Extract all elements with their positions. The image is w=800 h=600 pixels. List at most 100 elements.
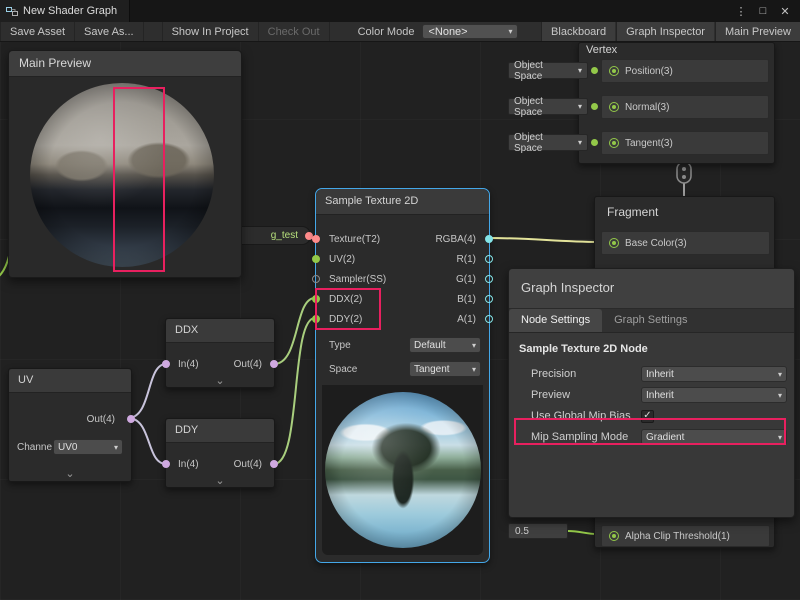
rgba-output-row[interactable]: RGBA(4) <box>417 230 489 248</box>
type-label: Type <box>329 336 351 354</box>
graph-inspector-header[interactable]: Graph Inspector <box>509 269 794 309</box>
port-state-icon <box>609 531 619 541</box>
tab-node-settings[interactable]: Node Settings <box>509 309 602 332</box>
maximize-icon[interactable]: □ <box>754 5 772 17</box>
position-port[interactable] <box>591 67 598 74</box>
base-color-row[interactable]: Base Color(3) <box>601 231 770 255</box>
uv-out-port[interactable] <box>127 415 135 423</box>
ddy-node-title[interactable]: DDY <box>166 419 274 443</box>
ddy-port[interactable] <box>312 315 320 323</box>
save-as-button[interactable]: Save As... <box>75 22 144 41</box>
r-output-row[interactable]: R(1) <box>417 250 489 268</box>
ddx-port[interactable] <box>312 295 320 303</box>
uv-out-row[interactable]: Out(4) <box>9 407 131 431</box>
sample-node-title[interactable]: Sample Texture 2D <box>316 189 489 215</box>
sampler-port[interactable] <box>312 275 320 283</box>
normal-space-dropdown[interactable]: Object Space ▾ <box>508 98 588 115</box>
precision-dropdown[interactable]: Inherit ▾ <box>641 366 787 382</box>
preview-label: Preview <box>531 389 570 401</box>
uv-input-row[interactable]: UV(2) <box>316 250 416 268</box>
dropdown-arrow-icon: ▾ <box>778 391 782 400</box>
g-output-row[interactable]: G(1) <box>417 270 489 288</box>
b-output-row[interactable]: B(1) <box>417 290 489 308</box>
normal-port[interactable] <box>591 103 598 110</box>
gtest-property-node[interactable]: g_test <box>231 226 311 245</box>
graph-inspector-panel: Graph Inspector Node Settings Graph Sett… <box>508 268 795 518</box>
stub-value: 0.5 <box>515 526 529 537</box>
uv-node-title[interactable]: UV <box>9 369 131 393</box>
precision-label: Precision <box>531 368 576 380</box>
alpha-clip-row[interactable]: Alpha Clip Threshold(1) <box>601 525 770 547</box>
alpha-clip-default-stub[interactable]: 0.5 <box>508 523 568 539</box>
save-asset-button[interactable]: Save Asset <box>0 22 75 41</box>
uv-port[interactable] <box>312 255 320 263</box>
ddy-node[interactable]: DDY In(4) Out(4) ⌄ <box>165 418 275 488</box>
vertex-tangent-row[interactable]: Tangent(3) <box>601 131 769 155</box>
collapse-chevron-icon[interactable]: ⌄ <box>65 469 74 479</box>
vertex-position-row[interactable]: Position(3) <box>601 59 769 83</box>
toolbar-right-group: Blackboard Graph Inspector Main Preview <box>540 22 800 41</box>
port-state-icon <box>609 102 619 112</box>
preview-dropdown[interactable]: Inherit ▾ <box>641 387 787 403</box>
check-icon: ✓ <box>643 411 651 421</box>
sampler-input-row[interactable]: Sampler(SS) <box>316 270 416 288</box>
inspector-tab-bar: Node Settings Graph Settings <box>509 309 794 333</box>
ddx-node-title[interactable]: DDX <box>166 319 274 343</box>
show-in-project-button[interactable]: Show In Project <box>162 22 259 41</box>
port-state-icon <box>609 138 619 148</box>
dropdown-arrow-icon: ▾ <box>778 433 782 442</box>
ddx-out-row[interactable]: Out(4) <box>234 359 262 370</box>
ddy-out-row[interactable]: Out(4) <box>234 459 262 470</box>
vertex-node[interactable]: Vertex Position(3) Normal(3) Tangent(3) <box>578 42 775 164</box>
texture-port[interactable] <box>312 235 320 243</box>
ddx-node[interactable]: DDX In(4) Out(4) ⌄ <box>165 318 275 388</box>
type-dropdown[interactable]: Default ▾ <box>409 337 481 353</box>
vertex-normal-row[interactable]: Normal(3) <box>601 95 769 119</box>
tab-title: New Shader Graph <box>23 5 117 17</box>
shader-graph-window: New Shader Graph ⋮ □ ✕ Save Asset Save A… <box>0 0 800 600</box>
use-global-mip-bias-checkbox[interactable]: ✓ <box>641 410 654 423</box>
alpha-clip-label: Alpha Clip Threshold(1) <box>625 531 730 542</box>
tab-graph-settings[interactable]: Graph Settings <box>602 309 699 332</box>
blackboard-button[interactable]: Blackboard <box>541 22 615 41</box>
ddx-out-port[interactable] <box>270 360 278 368</box>
r-port[interactable] <box>485 255 493 263</box>
ddy-out-port[interactable] <box>270 460 278 468</box>
sample-texture-2d-node[interactable]: Sample Texture 2D Texture(T2) UV(2) Samp… <box>315 188 490 563</box>
ddx-ports-row: In(4) Out(4) <box>166 353 274 375</box>
b-port[interactable] <box>485 295 493 303</box>
ddx-in-row[interactable]: In(4) <box>178 359 199 370</box>
document-tab[interactable]: New Shader Graph <box>0 0 130 22</box>
graph-inspector-button[interactable]: Graph Inspector <box>616 22 714 41</box>
ddy-in-row[interactable]: In(4) <box>178 459 199 470</box>
check-out-button: Check Out <box>259 22 330 41</box>
space-label: Space <box>329 360 357 378</box>
rgba-port[interactable] <box>485 235 493 243</box>
dropdown-arrow-icon: ▾ <box>578 66 582 75</box>
color-mode-dropdown[interactable]: <None> ▾ <box>422 24 518 39</box>
a-port[interactable] <box>485 315 493 323</box>
close-icon[interactable]: ✕ <box>776 5 794 18</box>
main-preview-button[interactable]: Main Preview <box>715 22 800 41</box>
tangent-space-dropdown[interactable]: Object Space ▾ <box>508 134 588 151</box>
g-port[interactable] <box>485 275 493 283</box>
main-preview-header[interactable]: Main Preview <box>9 51 241 77</box>
uv-node[interactable]: UV Out(4) Channe UV0 ▾ ⌄ <box>8 368 132 482</box>
collapse-chevron-icon[interactable]: ⌄ <box>215 376 224 386</box>
mip-sampling-mode-dropdown[interactable]: Gradient ▾ <box>641 429 787 445</box>
ddy-in-port[interactable] <box>162 460 170 468</box>
ddy-input-row[interactable]: DDY(2) <box>316 310 416 328</box>
ddx-input-row[interactable]: DDX(2) <box>316 290 416 308</box>
texture-input-row[interactable]: Texture(T2) <box>316 230 416 248</box>
a-output-row[interactable]: A(1) <box>417 310 489 328</box>
collapse-chevron-icon[interactable]: ⌄ <box>215 476 224 486</box>
menu-icon[interactable]: ⋮ <box>732 5 750 18</box>
position-space-dropdown[interactable]: Object Space ▾ <box>508 62 588 79</box>
tangent-port[interactable] <box>591 139 598 146</box>
dropdown-arrow-icon: ▾ <box>114 443 118 452</box>
ddx-in-port[interactable] <box>162 360 170 368</box>
space-dropdown[interactable]: Tangent ▾ <box>409 361 481 377</box>
precision-row: Precision Inherit ▾ <box>509 365 794 383</box>
sample-node-preview <box>322 385 483 555</box>
channel-dropdown[interactable]: UV0 ▾ <box>53 439 123 455</box>
